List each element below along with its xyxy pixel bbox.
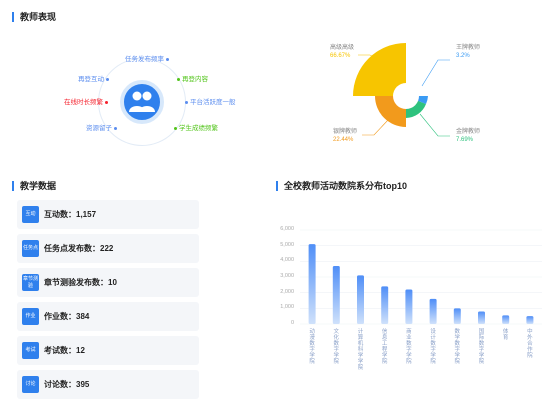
y-tick-label: 1,000 [280,304,294,311]
tag-interaction: 再登互动 [78,73,111,83]
tag-online-duration: 在线时长频繁 [64,96,110,106]
bar-3 [357,275,364,324]
x-category-label: 国际数字学院 [478,329,485,365]
chapter-quiz-icon: 章节测验 [22,274,39,291]
x-category-label: 数学数字学院 [454,329,461,365]
bar-2 [332,266,340,324]
x-category-label: 信息工程学院 [381,329,388,365]
bar-5 [405,289,413,324]
bar-9 [502,315,510,324]
teacher-level-rose-chart [353,43,450,137]
y-tick-label: 4,000 [280,257,294,264]
pie-label-silver: 银牌教师 22.44% [333,129,358,143]
bar-1 [308,244,316,324]
x-category-label: 商业数字学院 [406,329,412,365]
x-category-label: 计算机科学学院 [357,329,364,371]
x-category-label: 动漫数字学院 [309,329,315,365]
stat-card-homework: 作业 作业数：384 [17,302,199,331]
stat-interaction-count: 互动数：1,157 [44,210,97,219]
stat-discussion-count: 讨论数：395 [44,380,90,389]
x-category-label: 设计数字学院 [430,329,436,365]
pie-label-senior: 高级高级 66.67% [330,45,355,59]
x-category-label: 文化数字学院 [333,329,340,365]
bar-10 [526,316,534,324]
stat-homework-count: 作业数：384 [44,312,90,321]
teacher-group-icon [120,80,164,124]
y-tick-label: 6,000 [280,226,294,232]
discussion-icon: 讨论 [22,376,39,393]
interaction-icon: 互动 [22,206,39,223]
pie-label-gold: 金牌教师 7.69% [456,129,481,143]
tag-resources: 资源留子 [86,122,119,132]
activity-bar-chart-svg [300,229,542,325]
section-title-activity-chart: 全校教师活动数院系分布top10 [276,181,407,191]
y-tick-label: 0 [290,320,294,326]
bar-8 [478,311,485,324]
bar-6 [429,298,437,324]
exam-icon: 考试 [22,342,39,359]
stat-exam-count: 考试数：12 [44,346,85,355]
bar-7 [453,308,461,324]
tag-content: 再登内容 [175,73,208,83]
stat-task-point-count: 任务点发布数：222 [44,244,114,253]
stat-card-chapter-quiz: 章节测验 章节测验发布数：10 [17,268,199,297]
section-title-teacher-performance: 教师表现 [12,12,56,22]
homework-icon: 作业 [22,308,39,325]
stat-card-interaction: 互动 互动数：1,157 [17,200,199,229]
y-tick-label: 3,000 [280,273,294,279]
section-title-teaching-data: 教学数据 [12,181,56,191]
stat-card-exam: 考试 考试数：12 [17,336,199,365]
bar-4 [381,286,389,324]
y-tick-label: 2,000 [280,288,294,295]
tag-platform-activity: 平台活跃度一般 [183,96,236,106]
x-category-label: 体育 [502,329,509,341]
tag-student-scores: 学生成绩频繁 [172,122,218,132]
task-point-icon: 任务点 [22,240,39,257]
stat-chapter-quiz-count: 章节测验发布数：10 [44,278,117,287]
stat-card-task-points: 任务点 任务点发布数：222 [17,234,199,263]
tag-task-release: 任务发布频率 [125,53,171,63]
stat-card-discussion: 讨论 讨论数：395 [17,370,199,399]
pie-label-ace: 王牌教师 3.2% [456,45,481,59]
activity-bar-chart: 6,000 5,000 4,000 3,000 2,000 1,000 0 动漫数字学院 文化… [270,222,550,402]
x-category-label: 中外合作院 [527,329,533,359]
y-tick-label: 5,000 [280,241,294,248]
